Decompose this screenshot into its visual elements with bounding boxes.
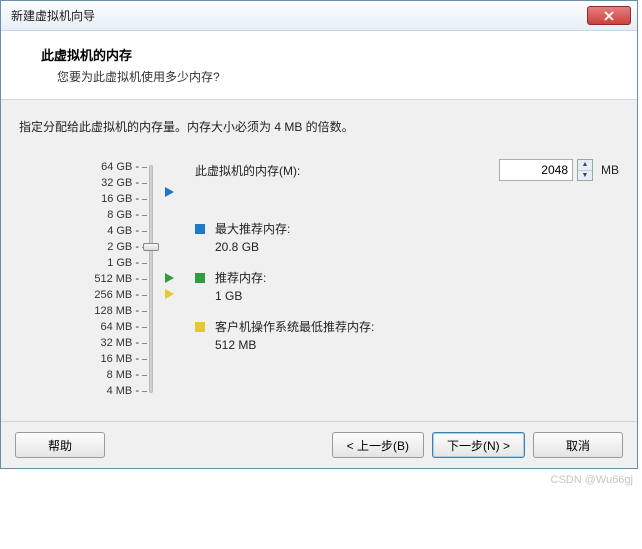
wizard-window: 新建虚拟机向导 此虚拟机的内存 您要为此虚拟机使用多少内存? 指定分配给此虚拟机… xyxy=(0,0,638,469)
memory-slider[interactable] xyxy=(139,159,163,399)
header-subtitle: 您要为此虚拟机使用多少内存? xyxy=(41,68,617,85)
max-marker-icon xyxy=(165,187,174,197)
back-button[interactable]: < 上一步(B) xyxy=(332,432,424,458)
close-icon xyxy=(604,11,614,21)
min-marker-icon xyxy=(165,289,174,299)
close-button[interactable] xyxy=(587,6,631,25)
slider-track xyxy=(149,165,153,393)
memory-input[interactable] xyxy=(499,159,573,181)
memory-input-wrap: ▲ ▼ MB xyxy=(499,159,619,181)
memory-area: 64 GB -32 GB -16 GB -8 GB -4 GB -2 GB -1… xyxy=(19,159,619,399)
scale-tick-label: 4 GB - xyxy=(19,223,139,239)
titlebar: 新建虚拟机向导 xyxy=(1,1,637,31)
scale-tick-label: 8 GB - xyxy=(19,207,139,223)
scale-tick-label: 64 MB - xyxy=(19,319,139,335)
scale-tick-label: 32 GB - xyxy=(19,175,139,191)
recommended: 推荐内存: 1 GB xyxy=(195,270,619,305)
memory-unit: MB xyxy=(601,163,619,177)
rec-value: 1 GB xyxy=(215,288,266,305)
min-rec-label: 客户机操作系统最低推荐内存: xyxy=(215,319,374,336)
content: 指定分配给此虚拟机的内存量。内存大小必须为 4 MB 的倍数。 64 GB -3… xyxy=(1,100,637,421)
cancel-button[interactable]: 取消 xyxy=(533,432,623,458)
header: 此虚拟机的内存 您要为此虚拟机使用多少内存? xyxy=(1,31,637,100)
window-title: 新建虚拟机向导 xyxy=(11,7,95,24)
scale-tick-label: 8 MB - xyxy=(19,367,139,383)
scale-tick-label: 64 GB - xyxy=(19,159,139,175)
scale-tick-label: 512 MB - xyxy=(19,271,139,287)
memory-label: 此虚拟机的内存(M): xyxy=(195,162,499,179)
scale-tick-label: 32 MB - xyxy=(19,335,139,351)
watermark: CSDN @Wu66gj xyxy=(551,474,634,486)
marker-column xyxy=(163,159,183,399)
rec-label: 推荐内存: xyxy=(215,270,266,287)
next-button[interactable]: 下一步(N) > xyxy=(432,432,525,458)
help-button[interactable]: 帮助 xyxy=(15,432,105,458)
scale-labels-column: 64 GB -32 GB -16 GB -8 GB -4 GB -2 GB -1… xyxy=(19,159,139,399)
memory-spinner[interactable]: ▲ ▼ xyxy=(577,159,593,181)
scale-tick-label: 16 MB - xyxy=(19,351,139,367)
rec-square-icon xyxy=(195,273,205,283)
spinner-down-icon[interactable]: ▼ xyxy=(578,171,592,181)
slider-thumb[interactable] xyxy=(143,243,159,251)
rec-marker-icon xyxy=(165,273,174,283)
max-rec-value: 20.8 GB xyxy=(215,239,290,256)
max-recommendation: 最大推荐内存: 20.8 GB xyxy=(195,221,619,256)
scale-tick-label: 4 MB - xyxy=(19,383,139,399)
scale-tick-label: 256 MB - xyxy=(19,287,139,303)
scale-tick-label: 2 GB - xyxy=(19,239,139,255)
min-recommendation: 客户机操作系统最低推荐内存: 512 MB xyxy=(195,319,619,354)
info-column: 此虚拟机的内存(M): ▲ ▼ MB 最大推荐内存: 20.8 GB xyxy=(183,159,619,399)
max-rec-label: 最大推荐内存: xyxy=(215,221,290,238)
memory-input-row: 此虚拟机的内存(M): ▲ ▼ MB xyxy=(195,159,619,181)
min-rec-value: 512 MB xyxy=(215,337,374,354)
spinner-up-icon[interactable]: ▲ xyxy=(578,160,592,171)
header-title: 此虚拟机的内存 xyxy=(41,45,617,64)
max-square-icon xyxy=(195,224,205,234)
scale-tick-label: 16 GB - xyxy=(19,191,139,207)
scale-tick-label: 1 GB - xyxy=(19,255,139,271)
scale-tick-label: 128 MB - xyxy=(19,303,139,319)
footer: 帮助 < 上一步(B) 下一步(N) > 取消 xyxy=(1,421,637,468)
min-square-icon xyxy=(195,322,205,332)
instruction-text: 指定分配给此虚拟机的内存量。内存大小必须为 4 MB 的倍数。 xyxy=(19,118,619,135)
